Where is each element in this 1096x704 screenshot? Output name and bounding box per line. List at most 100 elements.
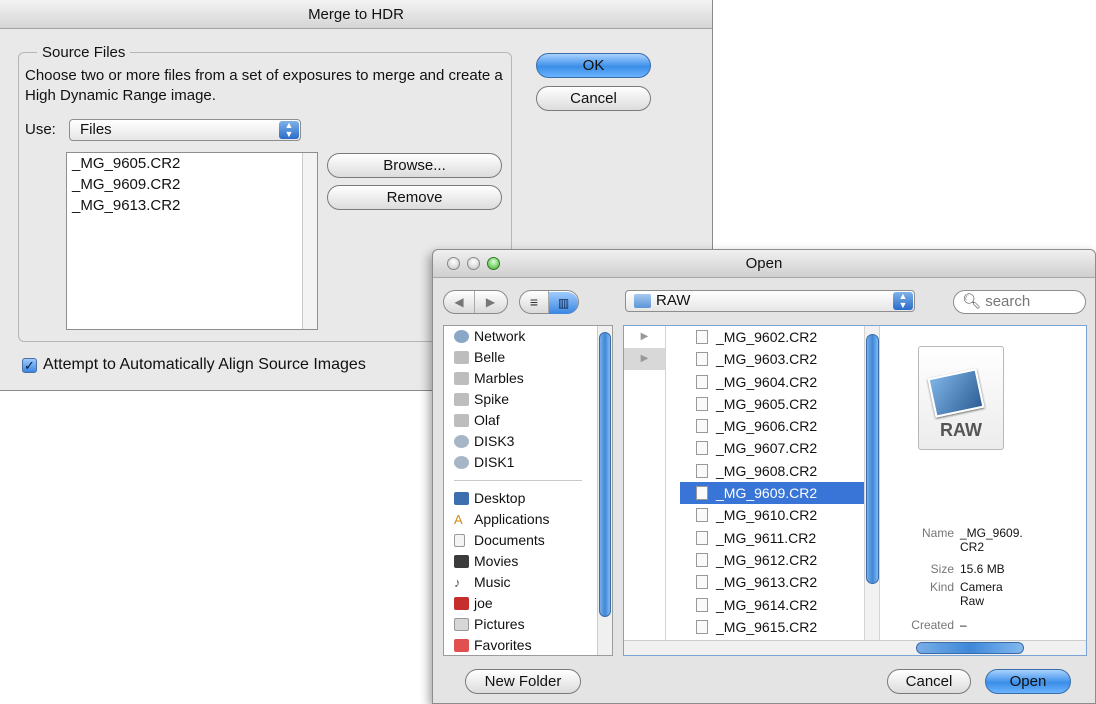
raw-file-icon [696,619,708,634]
remove-button[interactable]: Remove [327,185,502,210]
pictures-icon [454,618,469,631]
sidebar-item-belle[interactable]: Belle [444,347,612,368]
back-forward-control[interactable]: ◀ ▶ [443,290,508,314]
list-view-icon[interactable]: ≡ [520,291,549,313]
open-title: Open [745,255,783,272]
photo-thumbnail [927,368,985,418]
raw-file-icon [696,352,708,367]
raw-file-icon [696,441,708,456]
use-select[interactable]: Files ▲ ▼ [69,119,301,141]
file-row-selected[interactable]: _MG_9609.CR2 [680,482,880,505]
source-file-list[interactable]: _MG_9605.CR2 _MG_9609.CR2 _MG_9613.CR2 [66,152,318,330]
open-cancel-button[interactable]: Cancel [887,669,971,694]
sidebar-item-disk3[interactable]: DISK3 [444,431,612,452]
file-column-scrollbar[interactable] [864,326,880,655]
updown-arrows-icon: ▲ ▼ [893,292,913,310]
file-name: _MG_9615.CR2 [716,618,818,635]
file-row[interactable]: _MG_9603.CR2 [680,348,880,370]
sidebar-item-joe[interactable]: joe [444,593,612,614]
zoom-icon[interactable] [487,257,500,270]
open-titlebar: Open [433,250,1095,278]
close-icon[interactable] [447,257,460,270]
meta-size-value: 15.6 MB [960,562,1005,576]
ok-button[interactable]: OK [536,53,651,78]
sidebar-item-pictures[interactable]: Pictures [444,614,612,635]
documents-icon [454,534,465,547]
file-name: _MG_9613.CR2 [716,574,818,591]
sidebar-item-label: DISK3 [474,433,515,449]
column-view-icon[interactable]: ▥ [549,292,578,314]
browser-hscrollbar[interactable] [624,640,1086,655]
location-select[interactable]: RAW ▲ ▼ [625,290,915,312]
search-icon: 🔍︎ [962,293,982,310]
sidebar-item-music[interactable]: ♪ Music [444,572,612,593]
sidebar-item-label: Music [474,574,511,590]
computer-icon [454,351,469,364]
new-folder-button[interactable]: New Folder [465,669,581,694]
sidebar-scroll-thumb[interactable] [599,332,611,617]
sidebar-item-marbles[interactable]: Marbles [444,368,612,389]
file-row[interactable]: _MG_9613.CR2 [680,571,880,593]
list-scrollbar[interactable] [302,153,317,329]
raw-file-icon [696,330,708,344]
file-row[interactable]: _MG_9606.CR2 [680,415,880,437]
sidebar-item-network[interactable]: Network [444,326,612,347]
computer-icon [454,393,469,406]
file-row[interactable]: _MG_9605.CR2 [680,393,880,415]
browser-hscroll-thumb[interactable] [916,642,1024,654]
sidebar-item-favorites[interactable]: Favorites [444,635,612,655]
align-checkbox[interactable]: ✓ [22,357,37,373]
file-row[interactable]: _MG_9607.CR2 [680,437,880,459]
sidebar-item-documents[interactable]: Documents [444,530,612,551]
file-row[interactable]: _MG_9612.CR2 [680,549,880,571]
sidebar-scrollbar[interactable] [597,326,612,655]
cancel-button[interactable]: Cancel [536,86,651,111]
raw-file-icon [696,597,708,612]
favorites-icon [454,639,469,652]
disclosure-arrow-icon[interactable]: ▶ [624,326,665,348]
sidebar-item-label: Favorites [474,637,532,653]
sidebar-item-spike[interactable]: Spike [444,389,612,410]
file-row[interactable]: _MG_9615.CR2 [680,616,880,638]
sidebar-item-applications[interactable]: A Applications [444,509,612,530]
align-option[interactable]: ✓ Attempt to Automatically Align Source … [22,356,366,374]
sidebar-item-olaf[interactable]: Olaf [444,410,612,431]
location-value: RAW [656,292,691,309]
applications-icon: A [454,512,463,527]
raw-file-icon [696,396,708,411]
raw-file-icon [696,575,708,590]
file-row[interactable]: _MG_9610.CR2 [680,504,880,526]
disk-icon [454,456,469,469]
open-button[interactable]: Open [985,669,1071,694]
file-row[interactable]: _MG_9614.CR2 [680,594,880,616]
list-item[interactable]: _MG_9613.CR2 [67,195,317,216]
minimize-icon[interactable] [467,257,480,270]
raw-file-icon [696,419,708,434]
view-mode-control[interactable]: ≡ ▥ [519,290,579,314]
search-placeholder: search [985,293,1031,310]
list-item[interactable]: _MG_9609.CR2 [67,174,317,195]
file-row[interactable]: _MG_9604.CR2 [680,371,880,393]
file-name: _MG_9607.CR2 [716,440,818,457]
list-item[interactable]: _MG_9605.CR2 [67,153,317,174]
file-column: _MG_9602.CR2 _MG_9603.CR2 _MG_9604.CR2 _… [680,326,880,655]
file-name: _MG_9604.CR2 [716,373,818,390]
sidebar-item-label: Spike [474,391,510,407]
forward-arrow-icon[interactable]: ▶ [475,291,506,313]
file-scroll-thumb[interactable] [866,334,879,584]
network-icon [454,330,469,343]
file-row[interactable]: _MG_9602.CR2 [680,326,880,348]
back-arrow-icon[interactable]: ◀ [444,291,475,313]
sidebar-item-label: Applications [474,511,550,527]
sidebar-item-disk1[interactable]: DISK1 [444,452,612,473]
preview-pane: RAW Name _MG_9609. CR2 Size 15.6 MB Kind … [882,326,1074,655]
instructions-text: Choose two or more files from a set of e… [25,67,503,104]
raw-file-icon [696,463,708,478]
search-field[interactable]: 🔍︎ search [953,290,1086,314]
file-row[interactable]: _MG_9611.CR2 [680,527,880,549]
disclosure-arrow-icon[interactable]: ▶ [624,348,665,370]
browse-button[interactable]: Browse... [327,153,502,178]
sidebar-item-desktop[interactable]: Desktop [444,488,612,509]
file-row[interactable]: _MG_9608.CR2 [680,460,880,482]
sidebar-item-movies[interactable]: Movies [444,551,612,572]
